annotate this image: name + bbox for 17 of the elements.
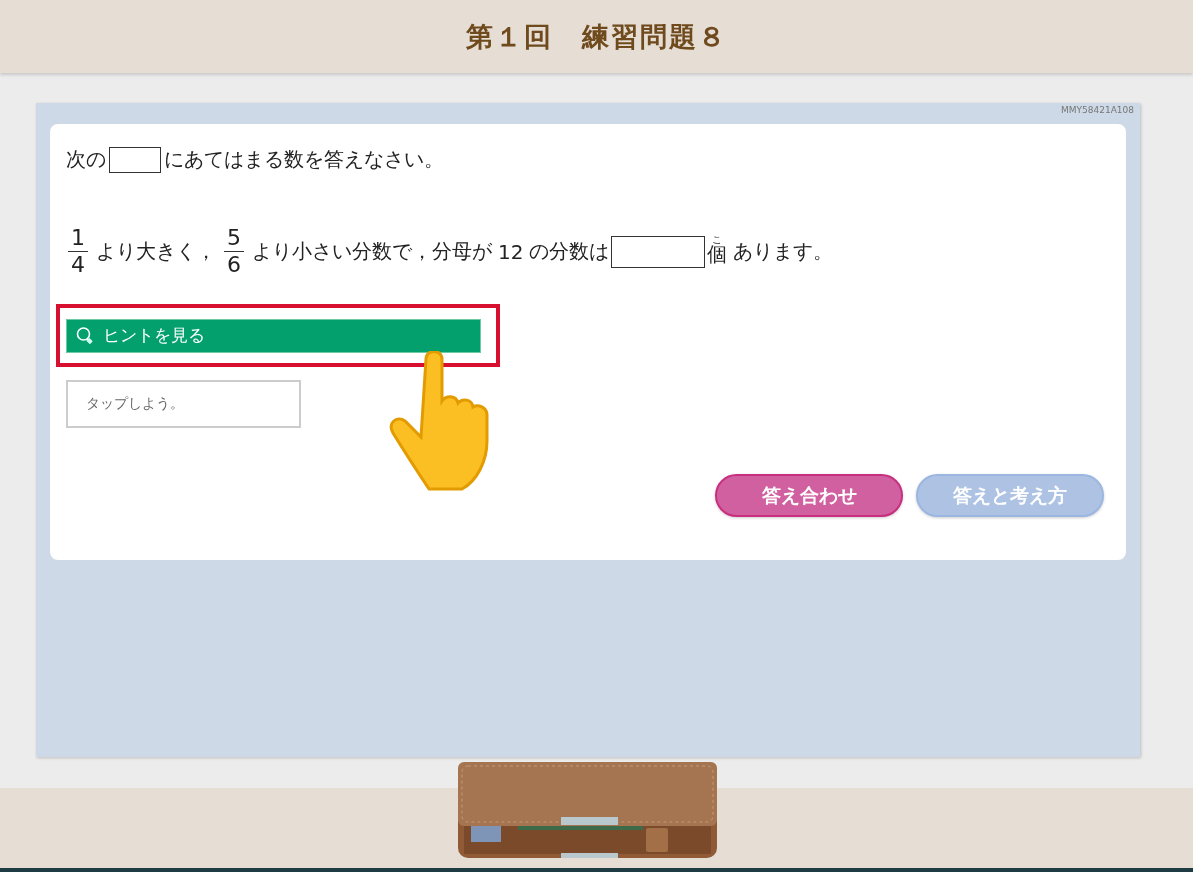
answer-field[interactable] — [611, 235, 706, 268]
fraction: 1 4 — [66, 225, 90, 278]
blank-box — [109, 146, 161, 173]
instruction-text: 次の — [66, 146, 106, 173]
page-title: 第１回 練習問題８ — [466, 19, 727, 54]
hint-text-box[interactable]: タップしよう。 — [66, 380, 301, 428]
instruction-text: にあてはまる数を答えなさい。 — [164, 146, 444, 173]
fraction: 5 6 — [222, 225, 246, 278]
word-with-reading: 個 こ — [707, 235, 728, 268]
hint-button[interactable]: ヒントを見る — [66, 318, 481, 353]
problem-text: の分数は — [529, 238, 610, 265]
problem-text: より大きく， — [96, 238, 216, 265]
problem-text: あります。 — [733, 238, 834, 265]
problem-text: 12 — [498, 239, 524, 264]
question-code: MMY58421A108 — [1061, 104, 1134, 117]
check-answer-button[interactable]: 答え合わせ — [715, 474, 903, 517]
problem-text: より小さい分数で，分母が — [252, 238, 492, 265]
